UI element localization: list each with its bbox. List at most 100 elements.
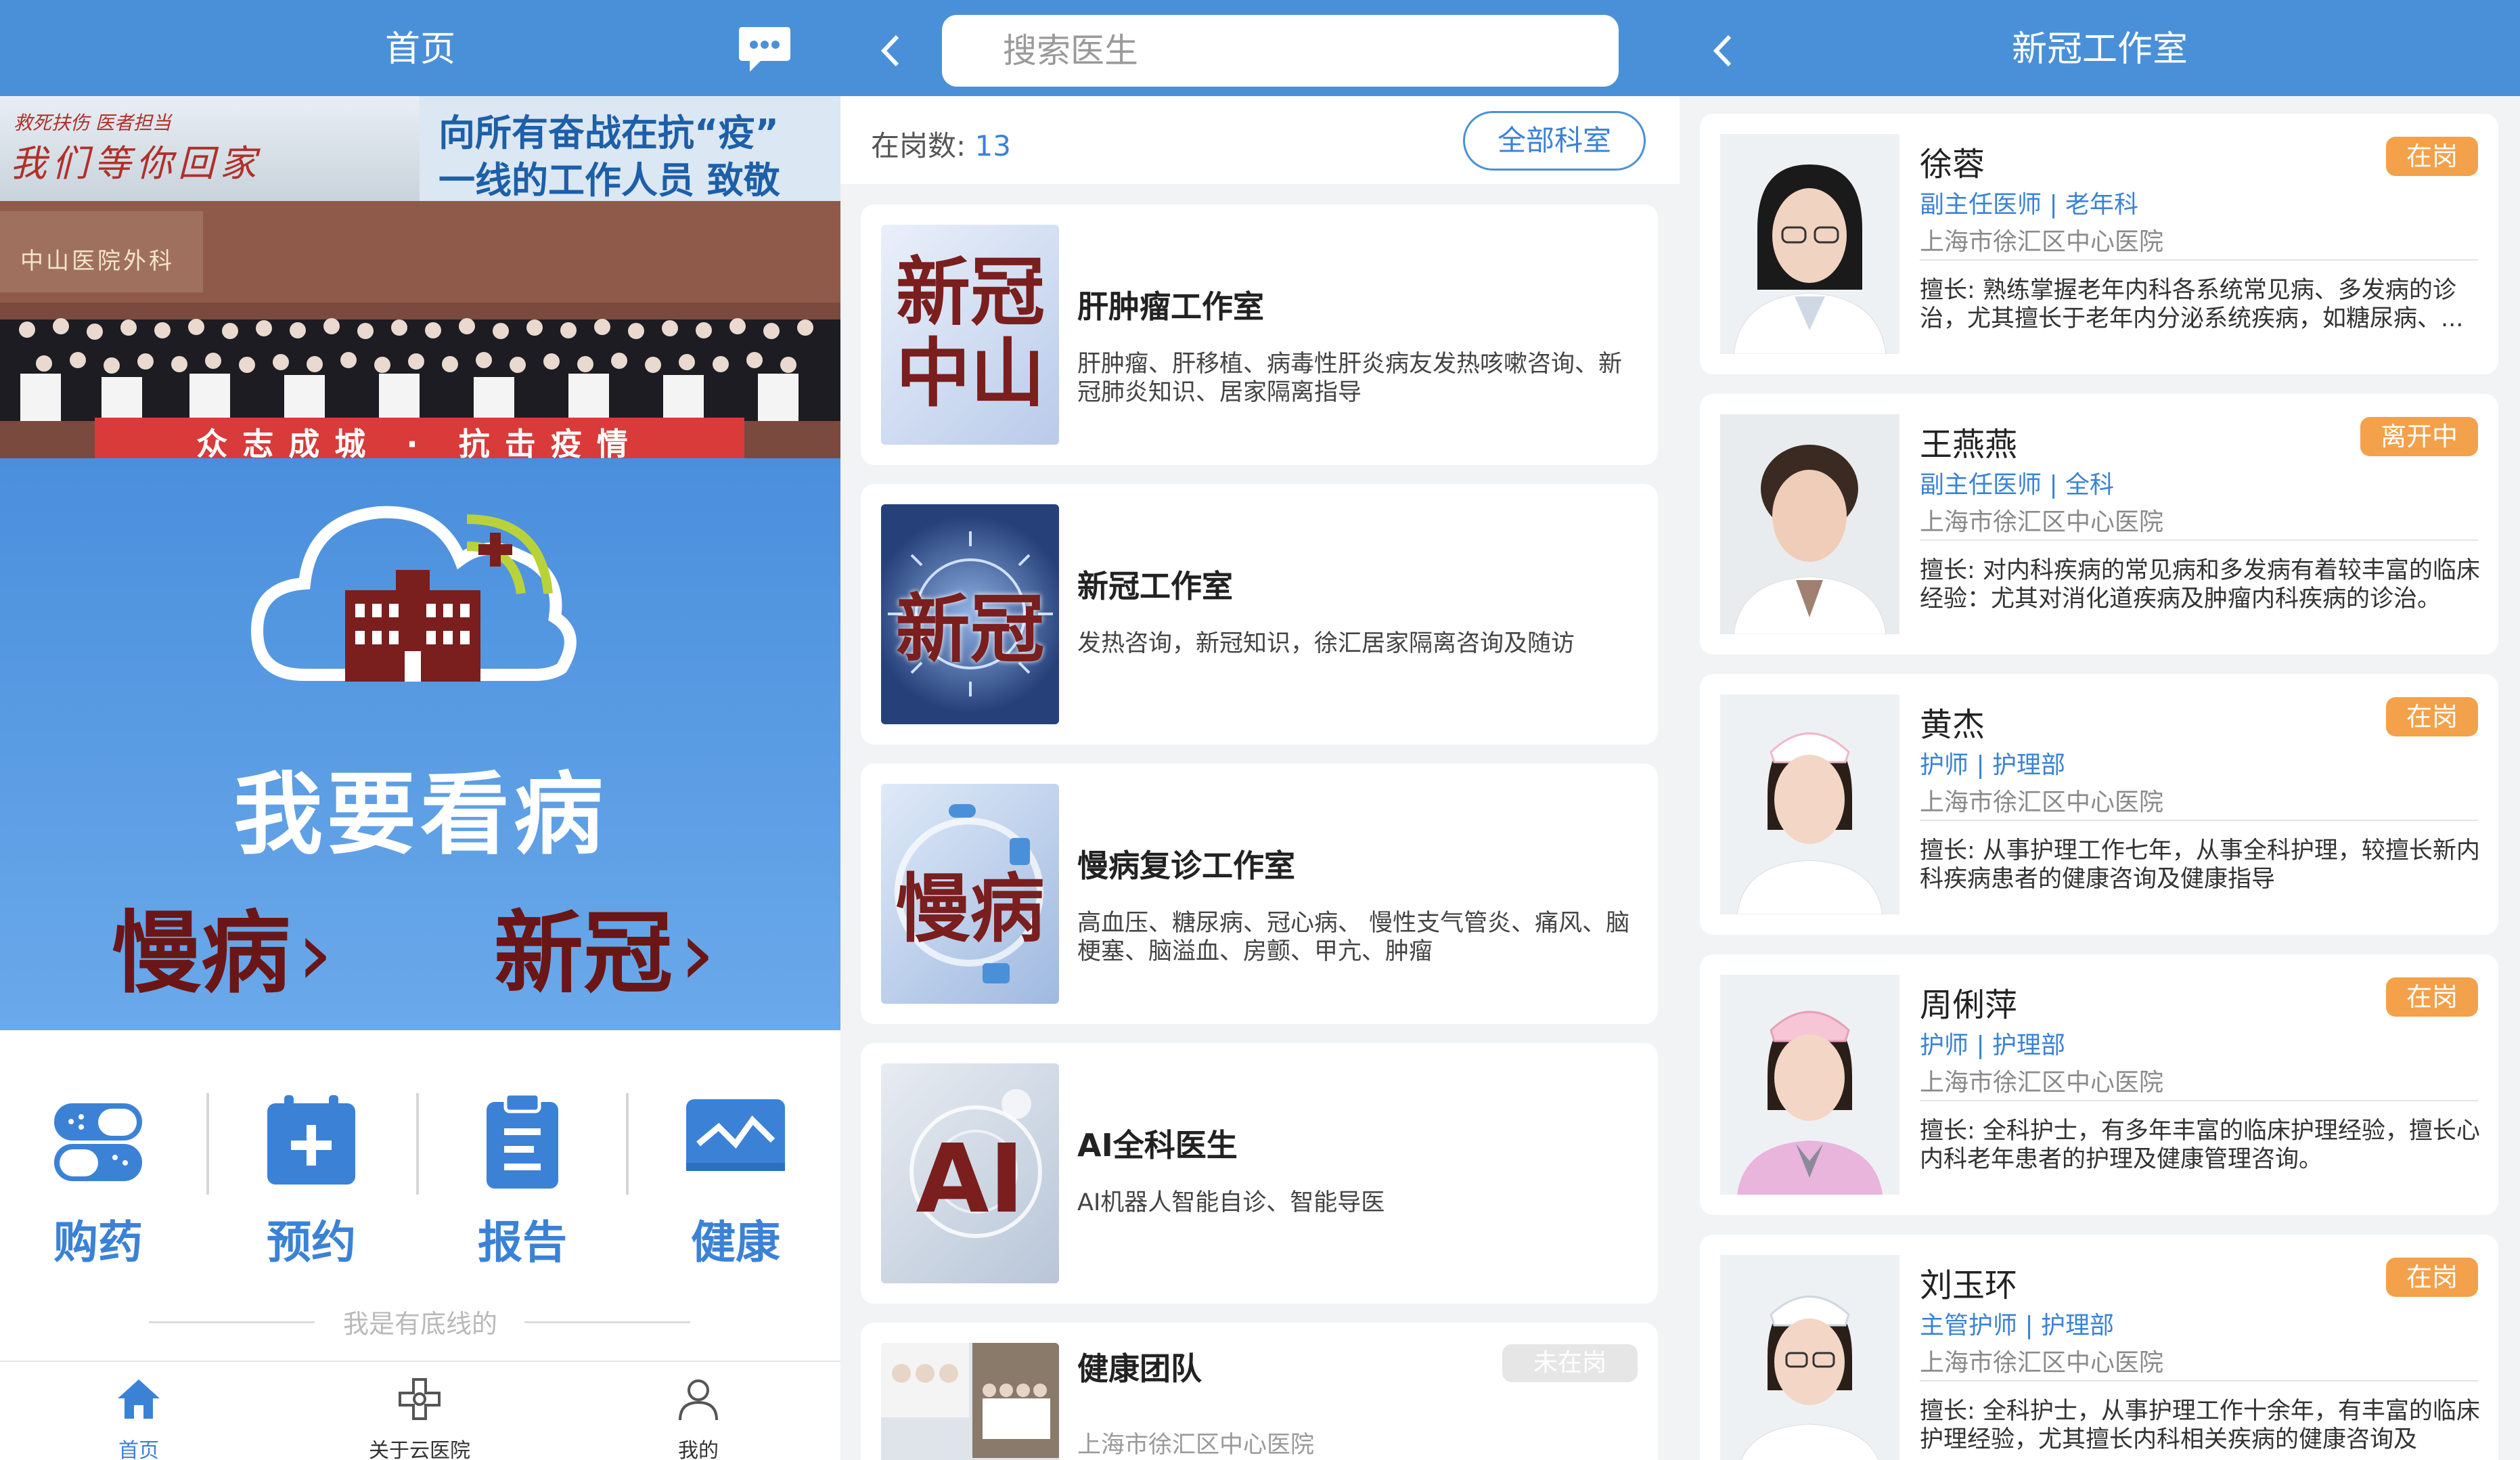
quick-report[interactable]: 报告 [458,1090,587,1271]
doctor-card[interactable]: 徐蓉 副主任医师 | 老年科 上海市徐汇区中心医院 擅长: 熟练掌握老年内科各系… [1700,114,2498,374]
page-title: 新冠工作室 [2011,29,2188,70]
doctor-title: 副主任医师 | 老年科 [1920,191,2139,219]
banner-slogan-line1: 向所有奋战在抗“疫” [438,112,779,154]
search-doctor-screen: 搜索医生 在岗数: 13 全部科室 新冠中山 肝肿瘤工作室 肝肿瘤、肝移植、病毒… [840,0,1680,1460]
divider [1920,1380,2478,1381]
top-bar: 新冠工作室 [1680,0,2520,96]
studio-card[interactable]: 新冠中山 肝肿瘤工作室 肝肿瘤、肝移植、病毒性肝炎病友发热咳嗽咨询、新冠肺炎知识… [861,204,1658,465]
see-doctor-hero: 我要看病 慢病› 新冠› [0,458,840,1030]
status-badge: 在岗 [2385,697,2478,736]
divider [206,1093,209,1195]
studio-name: 慢病复诊工作室 [1077,847,1295,884]
tab-label: 首页 [118,1439,159,1460]
studio-name: 健康团队 [1077,1350,1202,1387]
quick-appointment[interactable]: 预约 [247,1090,376,1271]
status-badge: 在岗 [2385,977,2478,1017]
studio-description: 高血压、糖尿病、冠心病、 慢性支气管炎、痛风、脑梗塞、脑溢血、房颤、甲亢、肿瘤 [1077,910,1630,965]
banner-calligraphy-small: 救死扶伤 医者担当 [14,112,171,134]
divider [626,1093,629,1195]
status-badge: 未在岗 [1502,1344,1638,1382]
banner-building-text: 中山医院外科 [20,248,175,275]
hospital-icon [399,1378,441,1420]
home-screen: 首页 救死扶伤 医者担当 我们等你回家 向所有奋战在抗“疫” 一线的工作人员 致… [0,0,840,1460]
on-duty-number: 13 [974,129,1011,162]
studio-card[interactable]: 新冠 新冠工作室 发热咨询，新冠知识，徐汇居家隔离咨询及随访 [861,484,1658,745]
thumbnail-text: 新冠 [895,586,1045,673]
doctor-photo [1720,134,1899,354]
studio-card[interactable]: AI AI全科医生 AI机器人智能自诊、智能导医 [861,1043,1658,1304]
doctor-name: 黄杰 [1920,706,1985,744]
banner-slogan-line2: 一线的工作人员 致敬 [438,159,780,202]
top-bar: 搜索医生 [840,0,1680,96]
quick-label: 报告 [478,1216,567,1268]
doctor-hospital: 上海市徐汇区中心医院 [1920,1069,2164,1097]
end-of-list-note: 我是有底线的 [342,1309,497,1339]
page-title: 首页 [384,29,455,70]
doctor-name: 周俐萍 [1920,986,2018,1024]
studio-card[interactable]: 健康团队 上海市徐汇区中心医院 未在岗 [861,1323,1658,1460]
studio-hospital: 上海市徐汇区中心医院 [1077,1432,1315,1459]
studio-thumbnail: 慢病 [881,784,1059,1004]
doctor-card[interactable]: 周俐萍 护师 | 护理部 上海市徐汇区中心医院 擅长: 全科护士，有多年丰富的临… [1700,954,2498,1215]
home-icon [118,1379,160,1419]
doctor-name: 徐蓉 [1920,146,1985,183]
doctor-specialty: 擅长: 对内科疾病的常见病和多发病有着较丰富的临床经验：尤其对消化道疾病及肿瘤内… [1920,557,2480,613]
covid-studio-screen: 新冠工作室 徐蓉 副主任医师 | 老年科 上海市徐汇区中心医院 擅长: 熟练掌握… [1680,0,2520,1460]
thumbnail-text: 新冠中山 [896,249,1045,417]
nurse-portrait [1720,1255,1899,1460]
message-icon[interactable] [736,20,793,77]
quick-health[interactable]: 健康 [671,1090,800,1271]
bottom-tab-bar: 首页 关于云医院 我的 [0,1361,840,1460]
thumbnail-text: 慢病 [895,866,1045,952]
doctor-card[interactable]: 王燕燕 副主任医师 | 全科 上海市徐汇区中心医院 擅长: 对内科疾病的常见病和… [1700,394,2498,655]
quick-label: 健康 [691,1216,780,1268]
doctor-photo [1720,1255,1899,1460]
doctor-photo [1720,414,1899,634]
chronic-disease-button[interactable]: 慢病› [112,881,333,1011]
studio-name: 新冠工作室 [1077,568,1233,604]
divider [1920,259,2478,261]
studio-thumbnail: AI [881,1063,1059,1283]
nurse-portrait [1720,694,1899,914]
health-monitor-icon [686,1099,785,1171]
studio-name: 肝肿瘤工作室 [1077,288,1264,325]
tab-home[interactable]: 首页 [64,1375,213,1460]
on-duty-bar: 在岗数: 13 全部科室 [840,96,1680,184]
status-badge: 在岗 [2385,1258,2478,1297]
studio-thumbnail [881,1343,1059,1460]
doctor-card[interactable]: 黄杰 护师 | 护理部 上海市徐汇区中心医院 擅长: 从事护理工作七年，从事全科… [1700,674,2498,935]
report-icon [487,1092,558,1189]
hero-title: 我要看病 [233,763,607,867]
quick-buy-medicine[interactable]: 购药 [34,1090,162,1271]
divider [524,1321,690,1323]
doctor-hospital: 上海市徐汇区中心医院 [1920,789,2164,816]
studio-description: 发热咨询，新冠知识，徐汇居家隔离咨询及随访 [1077,630,1575,657]
back-icon[interactable] [868,27,915,74]
divider [1920,1100,2478,1101]
status-badge: 在岗 [2385,137,2478,176]
doctor-specialty: 擅长: 全科护士，从事护理工作十余年，有丰富的临床护理经验，尤其擅长内科相关疾病… [1920,1398,2480,1453]
chevron-right-icon: › [297,902,333,1006]
covid-button[interactable]: 新冠› [494,881,715,1011]
team-photo [881,1343,1059,1458]
doctor-specialty: 擅长: 全科护士，有多年丰富的临床护理经验，擅长心内科老年患者的护理及健康管理咨… [1920,1118,2480,1173]
doctor-card[interactable]: 刘玉环 主管护师 | 护理部 上海市徐汇区中心医院 擅长: 全科护士，从事护理工… [1700,1235,2498,1460]
studio-thumbnail: 新冠中山 [881,225,1059,445]
studio-card[interactable]: 慢病 慢病复诊工作室 高血压、糖尿病、冠心病、 慢性支气管炎、痛风、脑梗塞、脑溢… [861,764,1658,1024]
thumbnail-text: AI [916,1124,1025,1235]
quick-label: 预约 [267,1216,356,1268]
doctor-title: 护师 | 护理部 [1920,1032,2066,1059]
doctor-name: 刘玉环 [1920,1266,2018,1304]
anti-epidemic-banner[interactable]: 救死扶伤 医者担当 我们等你回家 向所有奋战在抗“疫” 一线的工作人员 致敬 中… [0,96,840,458]
cloud-hospital-icon [250,506,577,682]
tab-about-cloud-hospital[interactable]: 关于云医院 [345,1375,494,1460]
tab-mine[interactable]: 我的 [624,1375,773,1460]
quick-label: 购药 [53,1216,143,1268]
pill-icon [54,1103,142,1181]
studio-description: AI机器人智能自诊、智能导医 [1077,1189,1385,1216]
doctor-name: 王燕燕 [1920,426,2018,464]
all-departments-button[interactable]: 全部科室 [1463,111,1646,171]
doctor-portrait [1720,414,1899,634]
status-badge: 离开中 [2360,417,2478,456]
search-input[interactable]: 搜索医生 [942,15,1619,87]
